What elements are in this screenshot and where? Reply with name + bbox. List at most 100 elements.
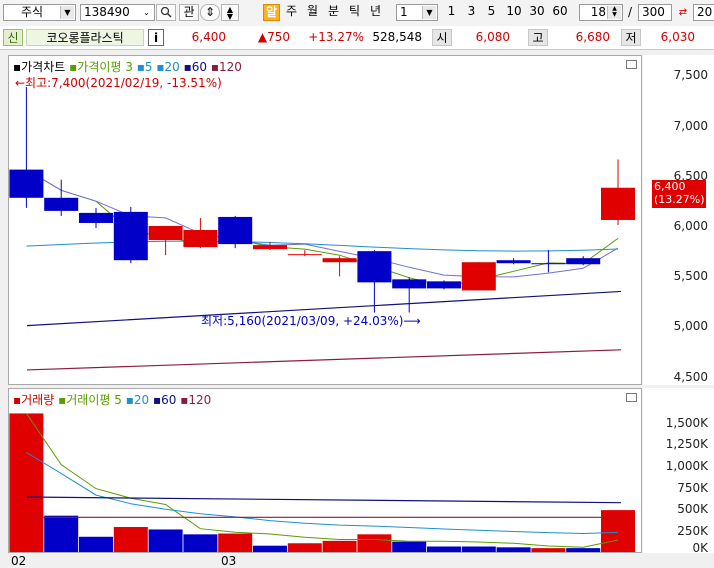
truncated-field[interactable]: 20 xyxy=(693,4,714,21)
interval-30-button[interactable]: 30 xyxy=(526,4,548,21)
period-tick-button[interactable]: 틱 xyxy=(346,4,363,21)
sort-button[interactable]: ⇕ xyxy=(200,4,220,21)
search-icon xyxy=(160,6,172,18)
high-value: 6,680 xyxy=(575,30,610,44)
market-select[interactable]: 주식 ▼ xyxy=(3,4,76,21)
total-count-value: 300 xyxy=(642,5,665,19)
sort-icon: ⇕ xyxy=(204,5,216,19)
al-button[interactable]: 알 xyxy=(263,4,280,21)
candle-body xyxy=(287,254,322,256)
low-value: 6,030 xyxy=(660,30,695,44)
refresh-button[interactable]: ⇄ xyxy=(676,4,690,21)
market-select-value: 주식 xyxy=(21,5,44,19)
chevron-down-icon[interactable]: ⌄ xyxy=(140,6,153,19)
volume-tick: 1,250K xyxy=(665,437,708,451)
candle-body xyxy=(183,230,218,248)
volume-bar xyxy=(44,515,79,552)
volume-bar xyxy=(79,536,113,552)
chevron-down-icon[interactable]: ▼ xyxy=(422,6,436,19)
volume-bar xyxy=(9,413,44,552)
volume-bar xyxy=(183,534,218,552)
interval-1-button[interactable]: 1 xyxy=(443,4,460,21)
volume-tick: 500K xyxy=(677,502,708,516)
price-ma60-line xyxy=(26,290,622,327)
high-label: 고 xyxy=(528,29,548,46)
volume-bar xyxy=(253,545,287,552)
volume-bar xyxy=(601,510,635,552)
price-tick: 7,500 xyxy=(673,68,708,82)
volume-bar xyxy=(218,533,253,552)
interval-3-button[interactable]: 3 xyxy=(463,4,480,21)
candle-body xyxy=(9,169,44,198)
candle-body xyxy=(44,197,79,211)
interval-value: 1 xyxy=(400,5,408,19)
price-chart-panel: ▪가격차트 ▪가격이평 3 ▪5 ▪20 ▪60 ▪120 ←최고:7,400(… xyxy=(8,55,642,385)
price-ma120-line xyxy=(26,349,622,371)
current-price-label-value: 6,400 xyxy=(654,180,686,193)
current-price-label: 6,400 (13.27%) xyxy=(652,180,706,208)
open-value: 6,080 xyxy=(475,30,510,44)
period-month-button[interactable]: 월 xyxy=(304,4,321,21)
price-axis: 7,500 7,000 6,500 6,000 5,500 5,000 4,50… xyxy=(643,55,714,385)
slash-label: / xyxy=(628,5,633,19)
stock-name: 코오롱플라스틱 xyxy=(26,29,144,46)
volume-plot xyxy=(9,413,635,552)
volume-tick: 1,000K xyxy=(665,459,708,473)
price-tick: 4,500 xyxy=(673,370,708,384)
spin-button[interactable]: ▲ ▼ xyxy=(221,4,239,21)
candle-body xyxy=(253,245,287,250)
volume-tick: 1,500K xyxy=(665,416,708,430)
quote-bar: 신 코오롱플라스틱 i 6,400 ▲750 +13.27% 528,548 시… xyxy=(0,26,714,50)
chevron-down-icon[interactable]: ▼ xyxy=(60,6,74,19)
price-plot xyxy=(9,87,635,371)
period-minute-button[interactable]: 분 xyxy=(325,4,342,21)
chevron-up-down-icon[interactable]: ▲ ▼ xyxy=(607,6,621,19)
candle-body xyxy=(566,258,601,265)
refresh-icon: ⇄ xyxy=(678,7,688,18)
candle-body xyxy=(461,262,496,291)
chevron-up-down-icon: ▲ ▼ xyxy=(226,5,234,21)
volume-bar xyxy=(357,534,392,552)
stock-code-input[interactable]: 138490 ⌄ xyxy=(80,4,155,21)
date-axis: 02 03 xyxy=(0,553,714,568)
stock-code-value: 138490 xyxy=(84,5,130,19)
toolbar: 주식 ▼ 138490 ⌄ 관 ⇕ ▲ ▼ 알 주 월 분 틱 년 1 ▼ 1 3… xyxy=(0,0,714,27)
current-price: 6,400 xyxy=(191,30,226,44)
count-value: 18 xyxy=(590,5,606,19)
candle-body xyxy=(496,260,531,264)
volume-bar xyxy=(392,541,427,552)
candle-body xyxy=(357,251,392,283)
volume-bar xyxy=(322,540,357,552)
interval-60-button[interactable]: 60 xyxy=(549,4,571,21)
interval-select[interactable]: 1 ▼ xyxy=(396,4,438,21)
price-tick: 6,000 xyxy=(673,219,708,233)
volume-axis: 1,500K 1,250K 1,000K 750K 500K 250K 0K xyxy=(643,388,714,555)
volume-bar xyxy=(148,529,183,552)
date-label-feb: 02 xyxy=(11,554,27,568)
volume-tick: 250K xyxy=(677,524,708,538)
count-input[interactable]: 18 ▲ ▼ xyxy=(579,4,623,21)
trade-volume: 528,548 xyxy=(372,30,422,44)
candle-body xyxy=(148,225,183,241)
low-label: 저 xyxy=(621,29,641,46)
total-count-input[interactable]: 300 xyxy=(638,4,672,21)
candle-body xyxy=(531,263,566,265)
period-year-button[interactable]: 년 xyxy=(367,4,384,21)
candle-body xyxy=(392,279,427,289)
price-tick: 5,500 xyxy=(673,269,708,283)
price-change: ▲750 xyxy=(257,30,290,44)
period-week-button[interactable]: 주 xyxy=(283,4,300,21)
current-price-label-rate: (13.27%) xyxy=(654,193,705,206)
volume-chart-panel: ▪거래량 ▪거래이평 5 ▪20 ▪60 ▪120 xyxy=(8,388,642,553)
interval-5-button[interactable]: 5 xyxy=(483,4,500,21)
open-label: 시 xyxy=(432,29,452,46)
gwan-button[interactable]: 관 xyxy=(179,4,199,21)
interval-10-button[interactable]: 10 xyxy=(503,4,525,21)
volume-tick: 750K xyxy=(677,481,708,495)
truncated-field-value: 20 xyxy=(697,5,713,19)
candle-body xyxy=(601,187,635,220)
info-button[interactable]: i xyxy=(148,29,164,46)
candle-body xyxy=(79,212,113,223)
price-tick: 5,000 xyxy=(673,319,708,333)
search-button[interactable] xyxy=(156,4,176,21)
